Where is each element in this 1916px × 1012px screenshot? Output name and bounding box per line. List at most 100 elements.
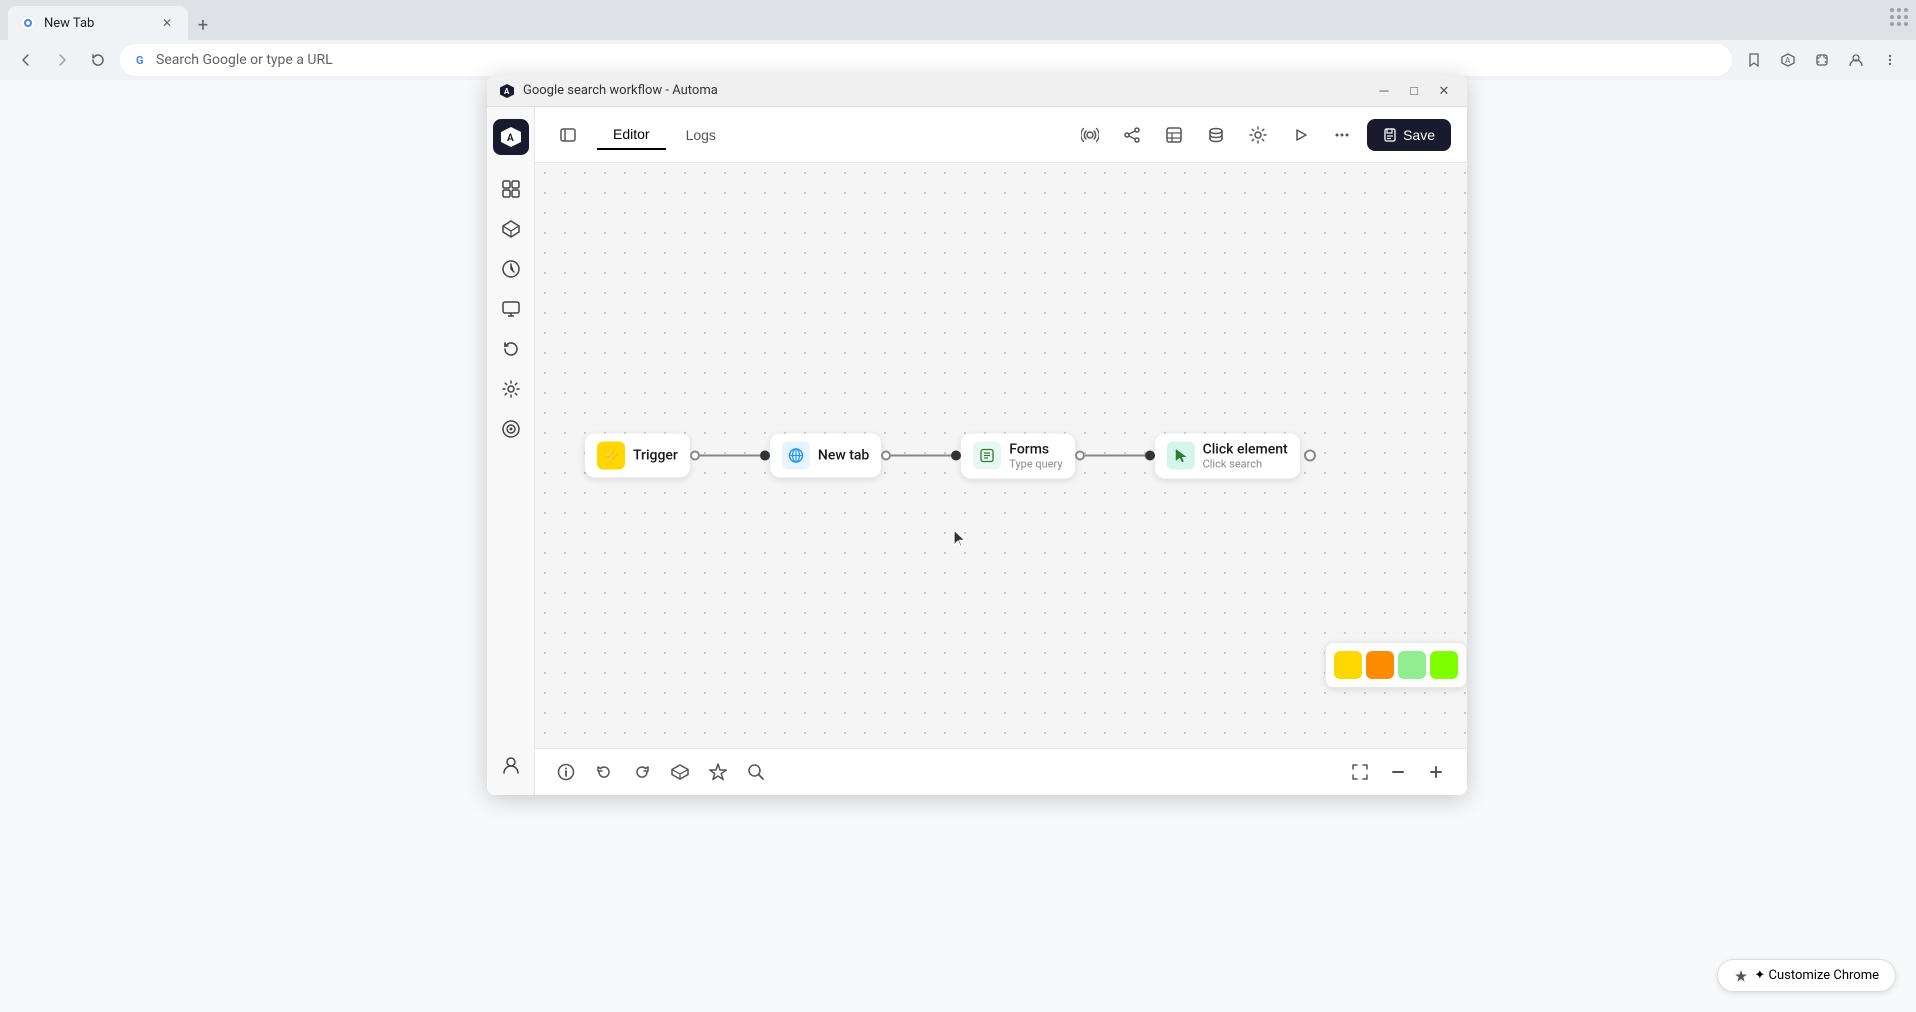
extensions-btn[interactable] xyxy=(1808,46,1836,74)
svg-text:A: A xyxy=(507,133,514,144)
forward-icon xyxy=(55,53,69,67)
tab-close-btn[interactable]: ✕ xyxy=(158,14,176,32)
search-icon xyxy=(747,763,765,781)
table-icon xyxy=(1165,126,1183,144)
undo-btn[interactable] xyxy=(589,757,619,787)
new-tab-icon xyxy=(782,442,810,470)
star-btn[interactable] xyxy=(703,757,733,787)
click-element-node[interactable]: Click element Click search xyxy=(1155,433,1300,478)
cube-btn[interactable] xyxy=(665,757,695,787)
conn2-line xyxy=(891,455,951,457)
sidebar-monitor-btn[interactable] xyxy=(493,291,529,327)
click-element-labels: Click element Click search xyxy=(1203,441,1288,470)
config-btn[interactable] xyxy=(1241,118,1275,152)
more-icon xyxy=(1333,126,1351,144)
broadcast-icon xyxy=(1081,126,1099,144)
save-button[interactable]: Save xyxy=(1367,119,1451,151)
sidebar-nodes-btn[interactable] xyxy=(493,171,529,207)
zoom-controls xyxy=(1383,757,1451,787)
canvas-area[interactable]: ⚡ Trigger xyxy=(535,163,1467,748)
more-btn[interactable] xyxy=(1325,118,1359,152)
header-actions: Save xyxy=(1073,118,1451,152)
cursor-position xyxy=(950,528,970,552)
broadcast-btn[interactable] xyxy=(1073,118,1107,152)
color-green[interactable] xyxy=(1398,651,1426,679)
back-icon xyxy=(19,53,33,67)
sidebar-redo-btn[interactable] xyxy=(493,331,529,367)
popup-main: Editor Logs xyxy=(535,107,1467,795)
new-tab-node[interactable]: New tab xyxy=(770,434,881,478)
popup-minimize-btn[interactable]: ─ xyxy=(1373,80,1395,102)
profile-btn[interactable] xyxy=(1842,46,1870,74)
redo-btn[interactable] xyxy=(627,757,657,787)
svg-text:A: A xyxy=(504,87,510,96)
back-btn[interactable] xyxy=(12,46,40,74)
forms-labels: Forms Type query xyxy=(1009,441,1062,470)
clock-icon xyxy=(501,259,521,279)
tab-editor[interactable]: Editor xyxy=(597,120,666,150)
automa-ext-btn[interactable]: A xyxy=(1774,46,1802,74)
google-icon: G xyxy=(132,52,148,68)
kebab-icon xyxy=(1882,52,1898,68)
trigger-node[interactable]: ⚡ Trigger xyxy=(585,434,690,478)
conn3-right xyxy=(1145,451,1155,461)
color-lime[interactable] xyxy=(1430,651,1458,679)
play-btn[interactable] xyxy=(1283,118,1317,152)
target-icon xyxy=(501,419,521,439)
color-yellow[interactable] xyxy=(1334,651,1362,679)
sidebar-blocks-btn[interactable] xyxy=(493,211,529,247)
user-icon xyxy=(501,755,521,775)
address-bar[interactable]: G Search Google or type a URL xyxy=(120,44,1732,76)
popup-close-btn[interactable]: ✕ xyxy=(1433,80,1455,102)
save-icon xyxy=(1383,128,1397,142)
workflow-container: ⚡ Trigger xyxy=(585,433,1316,478)
search-canvas-btn[interactable] xyxy=(741,757,771,787)
info-btn[interactable] xyxy=(551,757,581,787)
conn1-line xyxy=(700,455,760,457)
share-icon xyxy=(1123,126,1141,144)
new-tab-btn[interactable]: + xyxy=(188,10,218,40)
active-tab[interactable]: New Tab ✕ xyxy=(8,6,188,40)
undo-icon xyxy=(595,763,613,781)
svg-text:A: A xyxy=(1785,56,1791,65)
sidebar-icon xyxy=(559,126,577,144)
canvas-toolbar xyxy=(535,748,1467,795)
popup-titlebar: A Google search workflow - Automa ─ □ ✕ xyxy=(487,75,1467,107)
sidebar-toggle-btn[interactable] xyxy=(551,118,585,152)
zoom-in-icon xyxy=(1427,763,1445,781)
automa-icon: A xyxy=(1780,52,1796,68)
star-icon xyxy=(709,763,727,781)
bookmark-btn[interactable] xyxy=(1740,46,1768,74)
svg-text:G: G xyxy=(136,54,144,67)
forms-icon xyxy=(973,442,1001,470)
sidebar-target-btn[interactable] xyxy=(493,411,529,447)
cube-icon xyxy=(501,219,521,239)
info-icon xyxy=(557,763,575,781)
share-btn[interactable] xyxy=(1115,118,1149,152)
sidebar-user-btn[interactable] xyxy=(493,747,529,783)
star-chrome-icon xyxy=(1734,969,1748,983)
forms-node[interactable]: Forms Type query xyxy=(961,433,1074,478)
popup-favicon: A xyxy=(499,83,515,99)
menu-btn[interactable] xyxy=(1876,46,1904,74)
logo-icon: A xyxy=(500,126,522,148)
table-btn[interactable] xyxy=(1157,118,1191,152)
popup-maximize-btn[interactable]: □ xyxy=(1403,80,1425,102)
click-element-icon xyxy=(1167,442,1195,470)
zoom-in-btn[interactable] xyxy=(1421,757,1451,787)
nodes-icon xyxy=(501,179,521,199)
sidebar-settings-btn[interactable] xyxy=(493,371,529,407)
save-label: Save xyxy=(1403,127,1435,143)
refresh-btn[interactable] xyxy=(84,46,112,74)
database-btn[interactable] xyxy=(1199,118,1233,152)
zoom-out-btn[interactable] xyxy=(1383,757,1413,787)
sidebar-logo: A xyxy=(493,119,529,155)
address-bar-text: Search Google or type a URL xyxy=(156,52,333,68)
sidebar-history-btn[interactable] xyxy=(493,251,529,287)
color-orange[interactable] xyxy=(1366,651,1394,679)
tab-logs[interactable]: Logs xyxy=(670,120,732,150)
header-tabs: Editor Logs xyxy=(597,120,732,150)
fullscreen-btn[interactable] xyxy=(1345,757,1375,787)
customize-chrome-btn[interactable]: ✦ Customize Chrome xyxy=(1717,959,1896,992)
forward-btn[interactable] xyxy=(48,46,76,74)
